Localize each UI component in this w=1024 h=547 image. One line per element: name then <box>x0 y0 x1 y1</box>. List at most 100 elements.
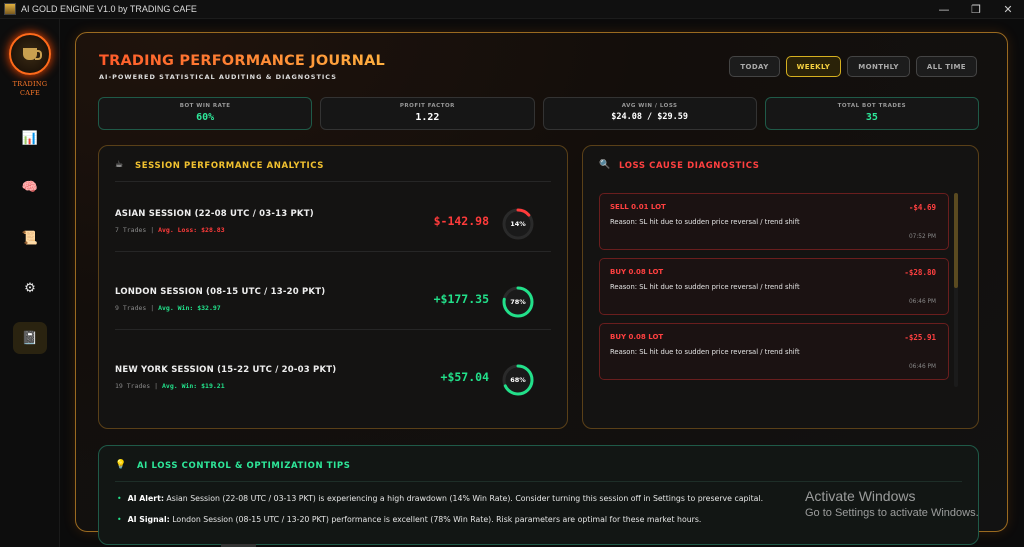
trade-count: 9 Trades <box>115 304 147 312</box>
session-row-asian: ASIAN SESSION (22-08 UTC / 03-13 PKT) 7 … <box>115 192 551 252</box>
app-icon <box>4 3 16 15</box>
session-row-london: LONDON SESSION (08-15 UTC / 13-20 PKT) 9… <box>115 270 551 330</box>
filter-all-time[interactable]: ALL TIME <box>915 56 977 77</box>
minimize-icon[interactable]: — <box>928 0 960 19</box>
stat-label: BOT WIN RATE <box>179 103 231 109</box>
meta-separator: | <box>150 226 155 234</box>
loss-amount: -$25.91 <box>904 333 936 342</box>
divider <box>115 329 551 330</box>
loss-reason: Reason: SL hit due to sudden price rever… <box>610 218 800 226</box>
window-controls: — ❐ ✕ <box>928 0 1024 19</box>
win-rate-ring: 14% <box>501 207 535 241</box>
session-pnl: +$57.04 <box>440 370 489 384</box>
win-rate-ring: 78% <box>501 285 535 319</box>
loss-reason: Reason: SL hit due to sudden price rever… <box>610 283 800 291</box>
loss-card[interactable]: BUY 0.08 LOT -$28.80 Reason: SL hit due … <box>599 258 949 315</box>
avg-value: Avg. Win: $19.21 <box>162 382 225 390</box>
stat-label: TOTAL BOT TRADES <box>837 103 907 109</box>
loss-diagnostics-panel: 🔍 LOSS CAUSE DIAGNOSTICS SELL 0.01 LOT -… <box>582 145 979 429</box>
stats-row: BOT WIN RATE 60% PROFIT FACTOR 1.22 AVG … <box>98 97 979 130</box>
tip-item: AI Alert: Asian Session (22-08 UTC / 03-… <box>117 494 764 503</box>
activate-windows-watermark: Activate Windows Go to Settings to activ… <box>805 488 979 519</box>
stat-value: $24.08 / $29.59 <box>611 112 688 122</box>
chart-icon: 📊 <box>21 130 39 146</box>
coffee-cup-icon <box>23 48 42 60</box>
scrollbar[interactable] <box>954 193 958 387</box>
watermark-line2: Go to Settings to activate Windows. <box>805 507 979 519</box>
close-icon[interactable]: ✕ <box>992 0 1024 19</box>
stat-total-trades: TOTAL BOT TRADES 35 <box>764 97 979 130</box>
gear-icon: ⚙ <box>24 280 36 296</box>
trading-cafe-logo <box>9 33 51 75</box>
tip-item: AI Signal: London Session (08-15 UTC / 1… <box>117 515 702 524</box>
sidebar-item-journal[interactable]: 📓 <box>13 322 47 354</box>
sidebar-item-settings[interactable]: ⚙ <box>13 272 47 304</box>
stat-avg-win-loss: AVG WIN / LOSS $24.08 / $29.59 <box>542 97 757 130</box>
sidebar-item-dashboard[interactable]: 📊 <box>13 122 47 154</box>
magnifier-icon: 🔍 <box>599 160 611 170</box>
watermark-line1: Activate Windows <box>805 488 916 504</box>
stat-label: AVG WIN / LOSS <box>621 103 678 109</box>
session-name: ASIAN SESSION (22-08 UTC / 03-13 PKT) <box>115 209 314 219</box>
stat-label: PROFIT FACTOR <box>399 103 455 109</box>
loss-time: 06:46 PM <box>908 364 936 370</box>
window-titlebar: AI GOLD ENGINE V1.0 by TRADING CAFE — ❐ … <box>0 0 1024 19</box>
session-name: LONDON SESSION (08-15 UTC / 13-20 PKT) <box>115 287 326 297</box>
logo-text: TRADING CAFE <box>0 80 60 98</box>
divider <box>115 181 551 182</box>
loss-panel-title: LOSS CAUSE DIAGNOSTICS <box>619 161 760 171</box>
loss-card[interactable]: BUY 0.08 LOT -$25.91 Reason: SL hit due … <box>599 323 949 380</box>
session-meta: 7 Trades | Avg. Loss: $28.83 <box>115 226 225 234</box>
loss-list[interactable]: SELL 0.01 LOT -$4.69 Reason: SL hit due … <box>599 193 962 387</box>
maximize-icon[interactable]: ❐ <box>960 0 992 19</box>
tip-label: AI Signal: <box>127 515 170 524</box>
session-panel-title: SESSION PERFORMANCE ANALYTICS <box>135 161 324 171</box>
stat-value: 1.22 <box>415 112 440 123</box>
win-rate-text: 68% <box>510 376 526 384</box>
loss-time: 06:46 PM <box>908 299 936 305</box>
loss-time: 07:52 PM <box>908 234 936 240</box>
session-pnl: $-142.98 <box>433 214 489 228</box>
filter-weekly[interactable]: WEEKLY <box>785 56 842 77</box>
stat-value: 35 <box>865 112 878 123</box>
logo-text-line1: TRADING <box>12 80 48 88</box>
window-title: AI GOLD ENGINE V1.0 by TRADING CAFE <box>21 4 197 14</box>
loss-reason: Reason: SL hit due to sudden price rever… <box>610 348 800 356</box>
win-rate-ring: 68% <box>501 363 535 397</box>
tips-panel-title: AI LOSS CONTROL & OPTIMIZATION TIPS <box>137 461 351 471</box>
filter-today[interactable]: TODAY <box>729 56 780 77</box>
logo-text-line2: CAFE <box>19 89 41 97</box>
journal-icon: 📓 <box>21 330 39 346</box>
session-meta: 19 Trades | Avg. Win: $19.21 <box>115 382 225 390</box>
avg-value: Avg. Loss: $28.83 <box>158 226 225 234</box>
trade-type: BUY 0.08 LOT <box>610 333 664 341</box>
filter-monthly[interactable]: MONTHLY <box>847 56 910 77</box>
loss-card[interactable]: SELL 0.01 LOT -$4.69 Reason: SL hit due … <box>599 193 949 250</box>
stat-profit-factor: PROFIT FACTOR 1.22 <box>320 97 535 130</box>
tip-label: AI Alert: <box>127 494 164 503</box>
period-filters: TODAY WEEKLY MONTHLY ALL TIME <box>729 56 977 77</box>
lightbulb-icon: 💡 <box>115 460 127 470</box>
win-rate-text: 78% <box>510 298 526 306</box>
session-pnl: +$177.35 <box>433 292 489 306</box>
win-rate-text: 14% <box>510 220 526 228</box>
tip-text: Asian Session (22-08 UTC / 03-13 PKT) is… <box>163 494 764 503</box>
trade-count: 7 Trades <box>115 226 147 234</box>
meta-separator: | <box>150 304 155 312</box>
brain-icon: 🧠 <box>21 179 39 195</box>
trade-type: BUY 0.08 LOT <box>610 268 664 276</box>
scroll-thumb[interactable] <box>954 193 958 288</box>
sun-icon: ☕ <box>115 160 124 170</box>
stat-value: 60% <box>196 112 215 123</box>
sidebar-item-ai-brain[interactable]: 🧠 <box>13 171 47 203</box>
sidebar-item-logs[interactable]: 📜 <box>13 222 47 254</box>
loss-amount: -$28.80 <box>904 268 936 277</box>
avg-value: Avg. Win: $32.97 <box>158 304 221 312</box>
meta-separator: | <box>154 382 159 390</box>
loss-amount: -$4.69 <box>908 203 936 212</box>
journal-panel: TRADING PERFORMANCE JOURNAL AI-POWERED S… <box>75 32 1008 545</box>
session-performance-panel: ☕ SESSION PERFORMANCE ANALYTICS ASIAN SE… <box>98 145 568 429</box>
scroll-icon: 📜 <box>21 230 39 246</box>
divider <box>115 481 962 482</box>
divider <box>115 251 551 252</box>
